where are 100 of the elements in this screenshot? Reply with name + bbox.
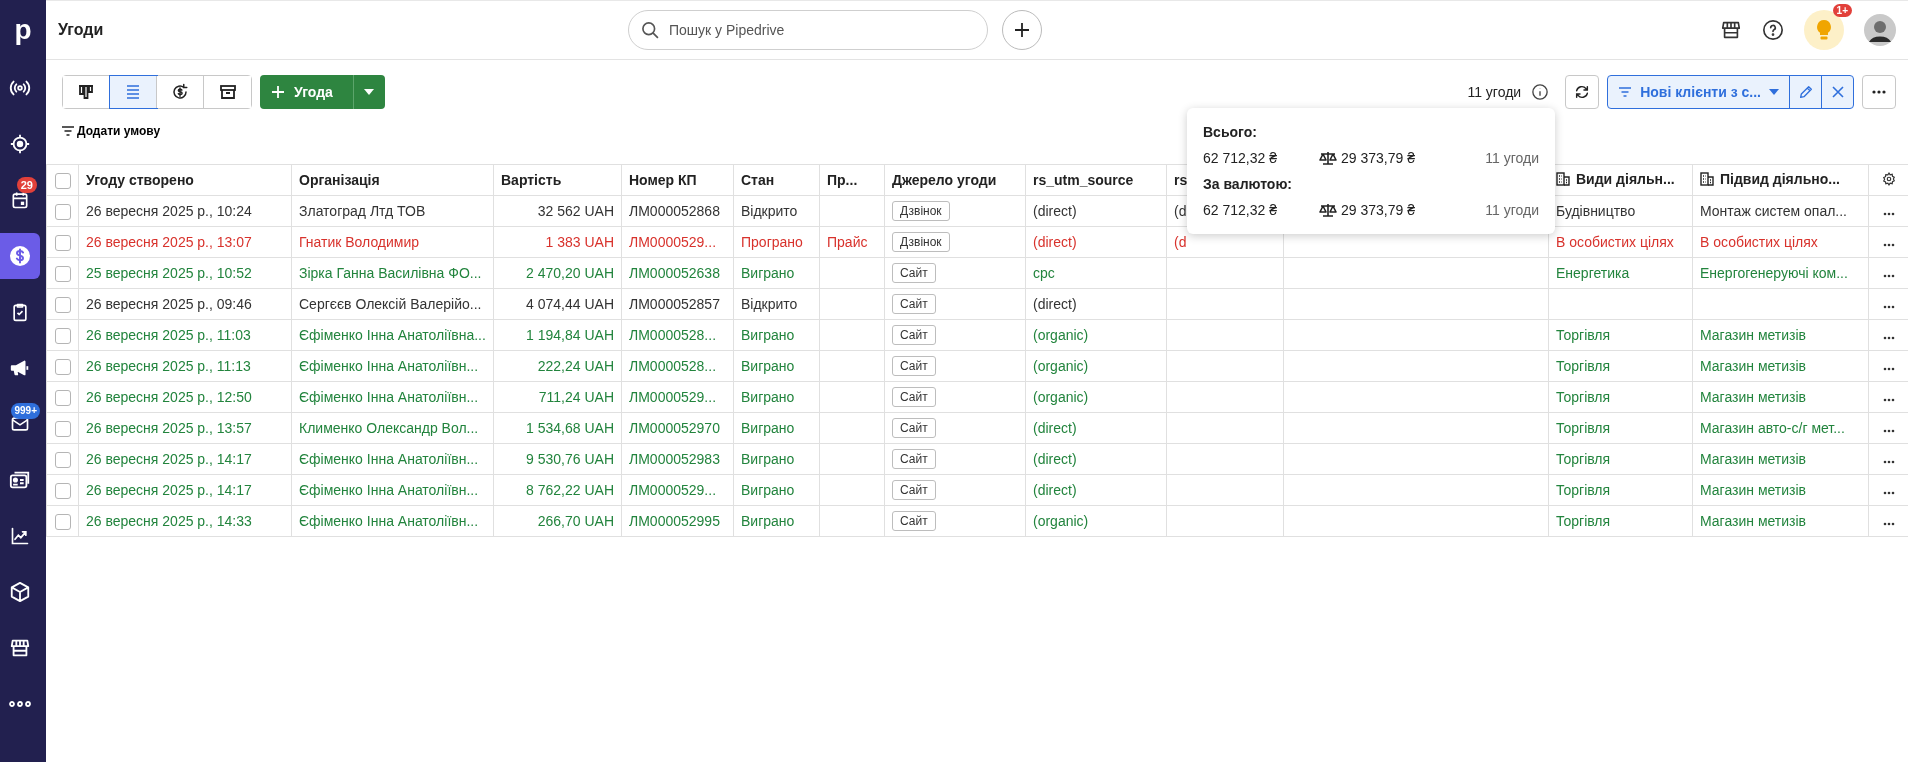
column-header[interactable]: rs (1174, 172, 1188, 188)
more-icon[interactable] (1882, 243, 1895, 247)
checkbox[interactable] (54, 172, 71, 189)
source-tag[interactable]: Сайт (892, 480, 936, 500)
checkbox[interactable] (54, 358, 71, 375)
table-cell: Гнатик Володимир (299, 234, 420, 250)
table-cell: 26 вересня 2025 р., 10:24 (86, 203, 252, 219)
source-tag[interactable]: Сайт (892, 449, 936, 469)
add-button[interactable] (1002, 10, 1042, 50)
more-icon[interactable] (1882, 460, 1895, 464)
checkbox[interactable] (54, 203, 71, 220)
plus-icon (272, 86, 284, 98)
more-icon (1872, 90, 1886, 94)
checkbox[interactable] (54, 420, 71, 437)
add-deal-button[interactable]: Угода (260, 75, 353, 109)
table-cell: В особистих цілях (1700, 234, 1818, 250)
checkbox[interactable] (54, 451, 71, 468)
column-header[interactable]: Організація (299, 172, 380, 188)
building-icon (1700, 172, 1714, 186)
more-icon[interactable] (1882, 491, 1895, 495)
calendar-icon (10, 190, 30, 210)
table-cell: 8 762,22 UAH (526, 482, 614, 498)
source-tag[interactable]: Дзвінок (892, 232, 950, 252)
info-icon[interactable] (1531, 83, 1550, 101)
search-field[interactable]: Пошук у Pipedrive (628, 10, 988, 50)
table-cell: (direct) (1033, 482, 1077, 498)
section-title: За валютою: (1203, 176, 1293, 192)
notification-badge: 1+ (1832, 4, 1852, 17)
table-cell: ЛМ0000529... (629, 234, 717, 250)
table-cell: ЛМ000052638 (629, 265, 720, 281)
table-cell: (organic) (1033, 513, 1089, 529)
table-cell: Виграно (741, 358, 795, 374)
checkbox[interactable] (54, 234, 71, 251)
deal-count: 11 угоди (1467, 84, 1522, 100)
scales-icon (1319, 203, 1337, 217)
table-cell: (organic) (1033, 327, 1089, 343)
more-icon[interactable] (1882, 274, 1895, 278)
help-icon[interactable] (1762, 19, 1784, 41)
dropdown-button[interactable] (352, 75, 385, 109)
column-header[interactable]: Стан (741, 172, 775, 188)
table-cell: Торгівля (1556, 482, 1611, 498)
table-cell: 9 530,76 UAH (526, 451, 614, 467)
settings-icon[interactable] (1881, 171, 1896, 186)
more-icon[interactable] (1882, 305, 1895, 309)
checkbox[interactable] (54, 265, 71, 282)
table-cell: (direct) (1033, 420, 1077, 436)
table-cell: (direct) (1033, 203, 1077, 219)
more-icon[interactable] (1882, 212, 1895, 216)
table-cell: Виграно (741, 420, 795, 436)
source-tag[interactable]: Сайт (892, 356, 936, 376)
checkbox[interactable] (54, 513, 71, 530)
more-icon[interactable] (1882, 398, 1895, 402)
plus-icon (1014, 22, 1030, 38)
more-icon[interactable] (1882, 429, 1895, 433)
refresh-button[interactable] (1565, 75, 1600, 109)
more-icon[interactable] (1882, 367, 1895, 371)
table-cell: (organic) (1033, 389, 1089, 405)
more-icon[interactable] (1882, 336, 1895, 340)
avatar[interactable] (1864, 14, 1896, 46)
add-condition-button[interactable]: Додати умову (62, 120, 161, 138)
source-tag[interactable]: Сайт (892, 294, 936, 314)
view-toggle[interactable] (110, 76, 157, 108)
source-tag[interactable]: Сайт (892, 418, 936, 438)
table-cell: Єфіменко Інна Анатоліївна... (299, 327, 486, 343)
table-cell: Магазин метизів (1700, 389, 1807, 405)
table-cell: Єфіменко Інна Анатоліївн... (299, 513, 479, 529)
store-icon[interactable] (1720, 19, 1742, 41)
table-cell: Торгівля (1556, 358, 1611, 374)
view-toggle[interactable] (157, 76, 204, 108)
checkbox[interactable] (54, 389, 71, 406)
table-cell: 1 194,84 UAH (526, 327, 614, 343)
table-cell: cpc (1033, 265, 1055, 281)
table-cell: Відкрито (741, 203, 798, 219)
table-cell: ЛМ000052857 (629, 296, 720, 312)
source-tag[interactable]: Дзвінок (892, 201, 950, 221)
table-cell: 26 вересня 2025 р., 13:57 (86, 420, 252, 436)
columns-icon (77, 83, 95, 101)
contact-card-icon (9, 469, 31, 491)
checkbox[interactable] (54, 482, 71, 499)
app-logo[interactable]: p (0, 0, 46, 60)
source-tag[interactable]: Сайт (892, 387, 936, 407)
more-icon[interactable] (1882, 522, 1895, 526)
table-cell: 26 вересня 2025 р., 14:33 (86, 513, 252, 529)
more-icon (9, 701, 31, 707)
table-cell: 1 383 UAH (545, 234, 614, 250)
table-cell: 4 074,44 UAH (526, 296, 614, 312)
sidebar-item[interactable]: 29 (0, 177, 40, 223)
table-cell: 26 вересня 2025 р., 09:46 (86, 296, 252, 312)
source-tag[interactable]: Сайт (892, 511, 936, 531)
page-title: Угоди (58, 21, 105, 39)
checkbox[interactable] (54, 327, 71, 344)
table-cell: Енергогенеруючі ком... (1700, 265, 1848, 281)
table-cell: ЛМ000052983 (629, 451, 720, 467)
table-cell: Прайс (827, 234, 868, 250)
source-tag[interactable]: Сайт (892, 263, 936, 283)
clipboard-check-icon (10, 302, 30, 322)
source-tag[interactable]: Сайт (892, 325, 936, 345)
sidebar-item[interactable]: 999+ (0, 401, 40, 447)
target-icon (9, 133, 31, 155)
checkbox[interactable] (54, 296, 71, 313)
